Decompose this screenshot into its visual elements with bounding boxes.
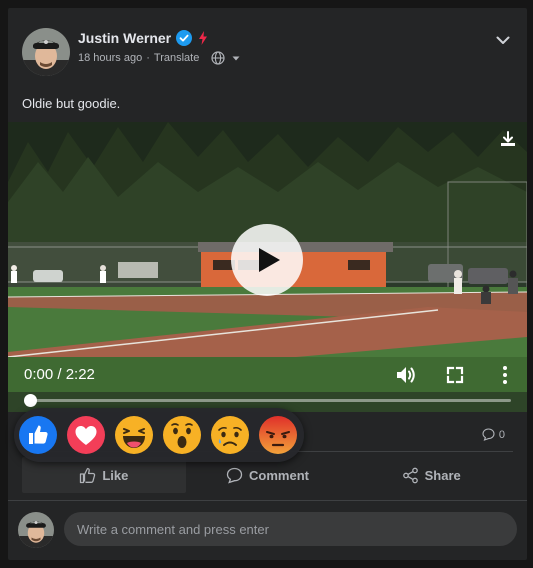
reaction-wow[interactable] (162, 415, 202, 455)
video-time: 0:00 / 2:22 (24, 366, 95, 383)
love-reaction-icon (67, 416, 105, 454)
share-icon (402, 467, 418, 483)
reaction-angry[interactable] (258, 415, 298, 455)
post-meta: 18 hours ago · Translate (78, 51, 243, 65)
post-card: Justin Werner 18 hours ago · Translate O… (8, 8, 527, 560)
comments-count-value: 0 (498, 428, 505, 441)
post-text: Oldie but goodie. (22, 96, 121, 111)
chevron-down-icon[interactable] (495, 32, 511, 48)
fullscreen-icon[interactable] (444, 364, 466, 386)
haha-reaction-icon (115, 416, 153, 454)
bolt-icon (199, 31, 208, 45)
verified-icon (176, 30, 193, 46)
comment-bubble-icon (482, 428, 495, 441)
comment-input[interactable] (64, 512, 517, 546)
commenter-avatar (18, 512, 54, 548)
post-timestamp[interactable]: 18 hours ago (78, 52, 142, 64)
reactions-bar (14, 408, 304, 462)
video-player[interactable]: 0:00 / 2:22 (8, 122, 527, 412)
share-label: Share (424, 467, 461, 483)
reaction-love[interactable] (66, 415, 106, 455)
meta-separator: · (146, 52, 150, 64)
share-button[interactable]: Share (349, 457, 513, 493)
comment-button[interactable]: Comment (186, 457, 350, 493)
caret-down-icon[interactable] (229, 51, 243, 65)
video-progress-bar[interactable] (24, 394, 511, 407)
author-row: Justin Werner (78, 28, 209, 48)
more-vertical-icon[interactable] (494, 364, 516, 386)
wow-reaction-icon (163, 416, 201, 454)
author-avatar[interactable] (22, 28, 70, 76)
globe-icon[interactable] (211, 51, 225, 65)
play-icon (259, 248, 280, 272)
angry-reaction-icon (259, 416, 297, 454)
reaction-sad[interactable] (210, 415, 250, 455)
comment-label: Comment (249, 467, 309, 483)
sad-reaction-icon (211, 416, 249, 454)
comments-count[interactable]: 0 (482, 428, 505, 441)
thumbs-up-icon (80, 467, 96, 483)
like-reaction-icon (19, 416, 57, 454)
download-icon[interactable] (499, 130, 517, 148)
comment-icon (226, 467, 243, 484)
author-name[interactable]: Justin Werner (78, 30, 171, 46)
divider (8, 500, 527, 501)
progress-knob[interactable] (24, 394, 37, 407)
play-button[interactable] (231, 224, 303, 296)
reaction-haha[interactable] (114, 415, 154, 455)
volume-icon[interactable] (395, 364, 417, 386)
like-label: Like (102, 467, 129, 483)
translate-link[interactable]: Translate (154, 52, 199, 64)
like-button[interactable]: Like (22, 457, 186, 493)
post-actions: Like Comment Share (22, 457, 513, 493)
reaction-like[interactable] (18, 415, 58, 455)
